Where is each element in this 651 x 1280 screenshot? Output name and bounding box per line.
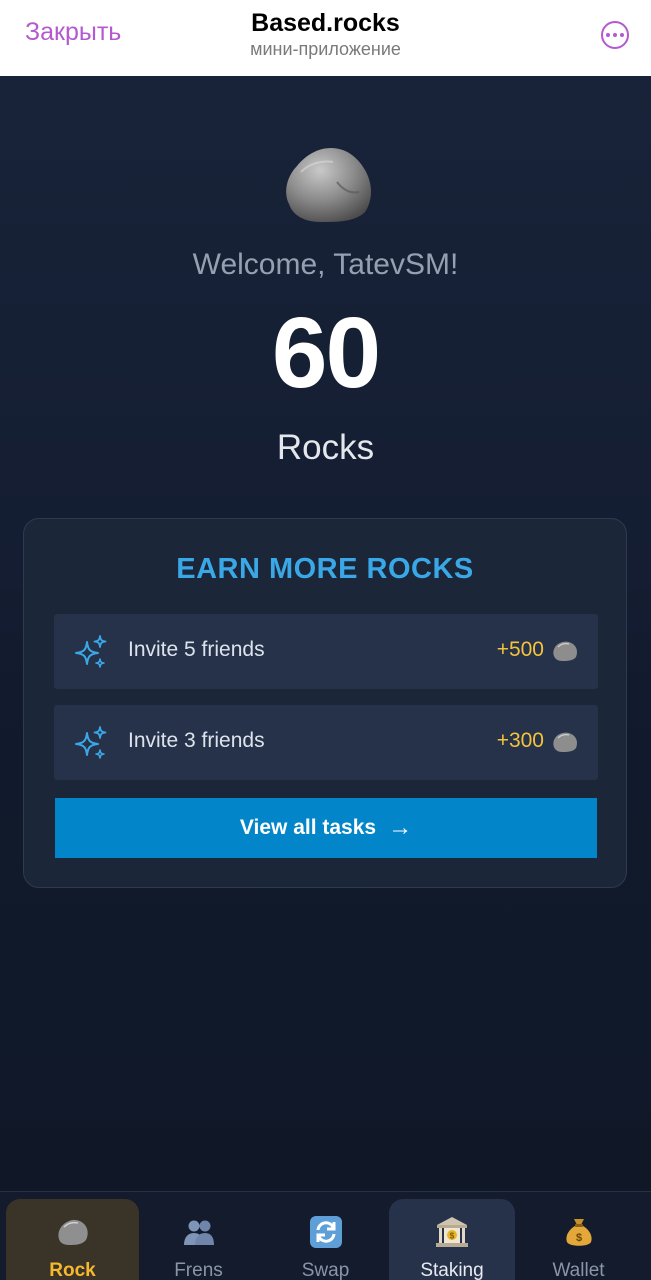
title-block: Based.rocks мини-приложение (0, 8, 651, 60)
rock-icon (286, 148, 371, 222)
more-horizontal-icon[interactable] (601, 21, 629, 49)
task-item[interactable]: Invite 5 friends +500 (54, 614, 598, 689)
nav-item-frens[interactable]: Frens (132, 1199, 265, 1280)
nav-item-swap[interactable]: Swap (259, 1199, 392, 1280)
sparkles-icon (75, 635, 107, 668)
nav-label: Staking (420, 1260, 484, 1280)
earn-title: EARN MORE ROCKS (176, 553, 474, 585)
task-label: Invite 3 friends (128, 729, 265, 752)
view-all-label: View all tasks (239, 816, 377, 839)
task-reward: +500 (496, 638, 544, 661)
main-screen: Welcome, TatevSM! 60 Rocks EARN MORE ROC… (0, 76, 651, 1191)
nav-label: Wallet (552, 1260, 605, 1280)
rock-icon (57, 1219, 88, 1245)
welcome-text: Welcome, TatevSM! (192, 248, 459, 281)
svg-text:$: $ (575, 1232, 581, 1244)
rock-icon (553, 732, 577, 752)
nav-item-staking[interactable]: $ Staking (389, 1199, 515, 1280)
rock-balance: 60 (271, 297, 381, 409)
nav-label: Swap (301, 1260, 350, 1280)
balance-unit: Rocks (276, 428, 375, 467)
nav-label: Rock (49, 1260, 96, 1280)
nav-item-wallet[interactable]: $ Wallet (512, 1199, 645, 1280)
nav-item-rock[interactable]: Rock (6, 1199, 139, 1280)
task-item[interactable]: Invite 3 friends +300 (54, 705, 598, 780)
task-label: Invite 5 friends (128, 638, 265, 661)
app-title: Based.rocks (251, 9, 400, 37)
nav-label: Frens (174, 1260, 223, 1280)
app-subtitle: мини-приложение (250, 39, 401, 59)
bottom-nav: Rock Frens Swap $ Staking $ Wallet (0, 1191, 651, 1280)
rock-icon (553, 641, 577, 661)
view-all-tasks-button[interactable]: View all tasks → (55, 798, 597, 858)
task-reward: +300 (496, 729, 544, 752)
mini-app-header: Закрыть Based.rocks мини-приложение (0, 0, 651, 76)
sparkles-icon (75, 726, 107, 759)
swap-icon (309, 1216, 342, 1248)
earn-more-card: EARN MORE ROCKS Invite 5 friends +500 In… (23, 518, 627, 888)
bank-icon: $ (436, 1217, 468, 1247)
svg-text:$: $ (450, 1232, 455, 1241)
arrow-right-icon: → (388, 814, 413, 841)
people-icon (183, 1220, 214, 1245)
money-bag-icon: $ (565, 1219, 592, 1246)
